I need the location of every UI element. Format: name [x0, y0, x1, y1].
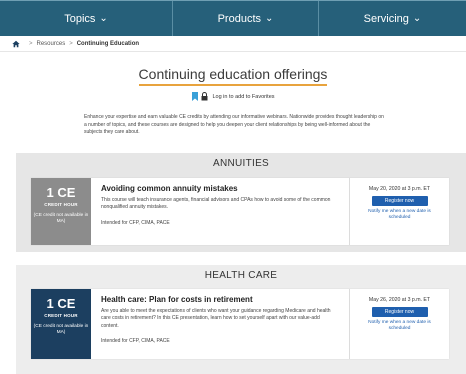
- register-button[interactable]: Register now: [371, 196, 428, 206]
- login-text[interactable]: Log in to add to Favorites: [212, 94, 274, 100]
- ce-credit-box: 1 CE CREDIT HOUR (CE credit not availabl…: [31, 178, 91, 245]
- register-button[interactable]: Register now: [371, 307, 428, 317]
- breadcrumb-divider: [0, 51, 466, 52]
- intro-text: Enhance your expertise and earn valuable…: [84, 114, 384, 135]
- course-card: 1 CE CREDIT HOUR (CE credit not availabl…: [31, 289, 449, 359]
- notify-link[interactable]: Notify me when a new date is scheduled: [360, 320, 440, 333]
- nav-products[interactable]: Products ⌄: [173, 1, 319, 36]
- course-date: May 20, 2020 at 3 p.m. ET: [368, 186, 431, 192]
- course-date: May 26, 2020 at 3 p.m. ET: [368, 297, 431, 303]
- course-description: This course will teach insurance agents,…: [101, 197, 331, 211]
- nav-topics[interactable]: Topics ⌄: [0, 1, 173, 36]
- registration-panel: May 20, 2020 at 3 p.m. ET Register now N…: [349, 178, 449, 245]
- favorite-add-icon: [192, 92, 199, 101]
- nav-servicing[interactable]: Servicing ⌄: [319, 1, 466, 36]
- breadcrumb: > Resources > Continuing Education: [12, 37, 139, 51]
- ce-note: (CE credit not available in MA): [33, 213, 89, 225]
- nav-products-label: Products: [217, 12, 262, 25]
- breadcrumb-resources[interactable]: Resources: [37, 41, 66, 47]
- ce-number: 1 CE: [46, 296, 76, 311]
- breadcrumb-separator: >: [69, 41, 73, 47]
- course-intended: Intended for CFP, CIMA, PACE: [101, 337, 170, 344]
- registration-panel: May 26, 2020 at 3 p.m. ET Register now N…: [349, 289, 449, 359]
- course-intended: Intended for CFP, CIMA, PACE: [101, 219, 170, 226]
- breadcrumb-current: Continuing Education: [76, 41, 140, 47]
- ce-note: (CE credit not available in MA): [33, 324, 89, 336]
- login-favorites[interactable]: Log in to add to Favorites: [0, 92, 466, 101]
- section-title: HEALTH CARE: [204, 270, 278, 281]
- home-icon[interactable]: [12, 40, 20, 48]
- ce-unit: CREDIT HOUR: [44, 202, 78, 207]
- nav-topics-label: Topics: [64, 12, 96, 25]
- breadcrumb-separator: >: [29, 41, 33, 47]
- ce-number: 1 CE: [46, 185, 76, 200]
- chevron-down-icon: ⌄: [99, 13, 108, 24]
- page-title: Continuing education offerings: [0, 66, 466, 86]
- ce-credit-box: 1 CE CREDIT HOUR (CE credit not availabl…: [31, 289, 91, 359]
- course-info: Health care: Plan for costs in retiremen…: [91, 289, 349, 359]
- page-title-text: Continuing education offerings: [138, 66, 328, 86]
- course-info: Avoiding common annuity mistakes This co…: [91, 178, 349, 245]
- section-title: ANNUITIES: [212, 158, 270, 169]
- course-card: 1 CE CREDIT HOUR (CE credit not availabl…: [31, 178, 449, 245]
- lock-icon: [201, 92, 208, 101]
- course-description: Are you able to meet the expectations of…: [101, 308, 331, 329]
- chevron-down-icon: ⌄: [265, 13, 274, 24]
- chevron-down-icon: ⌄: [412, 13, 422, 24]
- ce-unit: CREDIT HOUR: [44, 313, 78, 318]
- notify-link[interactable]: Notify me when a new date is scheduled: [360, 209, 440, 222]
- course-title: Health care: Plan for costs in retiremen…: [101, 295, 253, 304]
- nav-servicing-label: Servicing: [363, 12, 409, 25]
- login-icons: [191, 92, 208, 101]
- course-title: Avoiding common annuity mistakes: [101, 184, 238, 193]
- main-nav: Topics ⌄ Products ⌄ Servicing ⌄: [0, 0, 466, 36]
